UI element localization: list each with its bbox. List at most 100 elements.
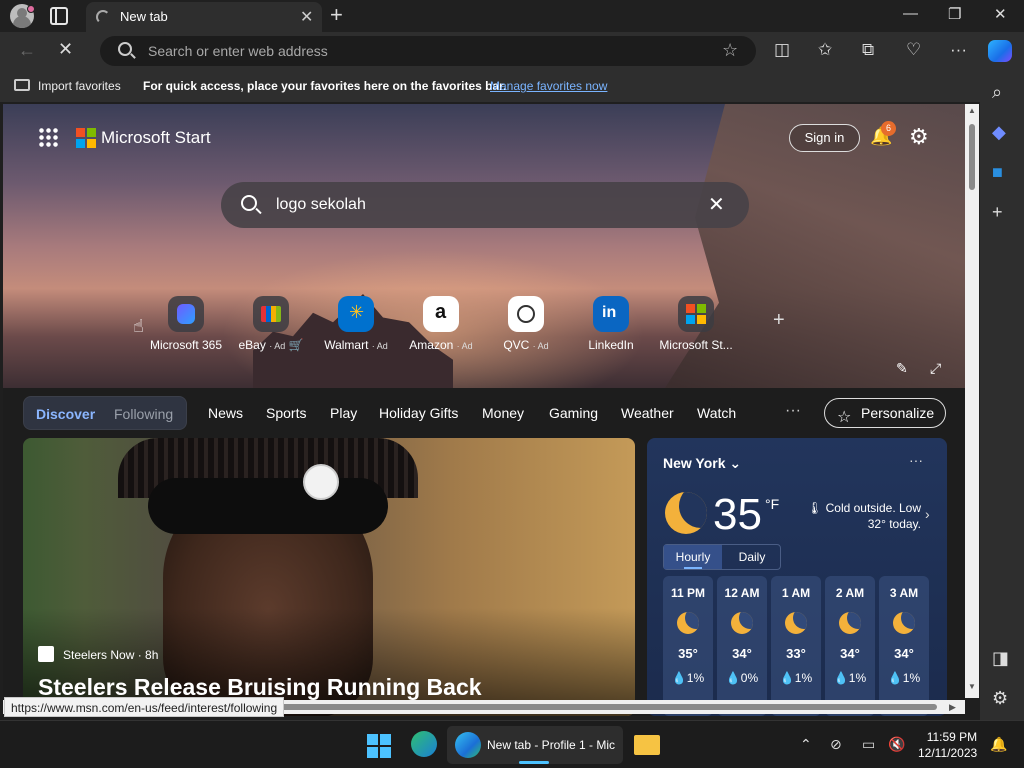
display-icon[interactable]: ▭ <box>862 736 875 753</box>
settings-gear-icon[interactable]: ⚙ <box>909 124 929 150</box>
copilot-icon[interactable] <box>988 40 1012 62</box>
scroll-down-icon[interactable]: ▼ <box>968 682 976 691</box>
quick-link-ebay[interactable]: eBay · Ad 🛒 <box>226 296 316 352</box>
clear-search-icon[interactable]: ✕ <box>708 192 725 217</box>
tab-new-tab[interactable]: New tab ✕ <box>86 2 322 32</box>
scroll-up-icon[interactable]: ▲ <box>968 106 976 115</box>
personalize-button[interactable]: ☆ Personalize <box>824 398 946 428</box>
new-tab-button[interactable]: + <box>330 3 343 27</box>
sign-in-button[interactable]: Sign in <box>789 124 860 152</box>
hourly-forecast-item[interactable]: 12 AM 34° 💧0% <box>717 576 767 716</box>
moon-icon <box>665 492 707 534</box>
quick-link-label: LinkedIn <box>588 338 634 352</box>
sidebar-copilot-icon[interactable]: ◆ <box>992 122 1006 143</box>
weather-temperature: 35 <box>713 490 762 539</box>
sidebar-settings-icon[interactable]: ⚙ <box>992 688 1008 709</box>
sparkle-star-icon: ☆ <box>837 409 852 426</box>
address-input[interactable]: Search or enter web address <box>148 43 328 59</box>
stop-loading-icon[interactable]: ✕ <box>58 39 73 60</box>
taskbar-window-title: New tab - Profile 1 - Microsoft Edge <box>487 738 615 752</box>
vertical-scroll-thumb[interactable] <box>969 124 975 190</box>
loading-spinner-icon <box>96 10 110 24</box>
start-button-icon[interactable] <box>367 734 391 758</box>
tab-gaming[interactable]: Gaming <box>549 405 598 421</box>
tab-following[interactable]: Following <box>114 406 173 422</box>
mouse-pointer-icon: ☝ <box>133 316 144 336</box>
quick-link-microsoft-365[interactable]: Microsoft 365 <box>141 296 231 352</box>
tab-discover[interactable]: Discover <box>36 406 95 422</box>
chevron-right-icon[interactable]: › <box>925 506 930 522</box>
clock-time: 11:59 PM <box>926 730 978 744</box>
favorites-hint: For quick access, place your favorites h… <box>143 79 507 93</box>
mute-icon[interactable]: 🔇 <box>888 736 905 753</box>
weather-location[interactable]: New York ⌄ <box>663 455 741 472</box>
quick-link-microsoft-store[interactable]: Microsoft St... <box>651 296 741 352</box>
tab-hourly[interactable]: Hourly <box>664 545 722 569</box>
import-favorites-button[interactable]: Import favorites <box>38 79 121 93</box>
web-search-box[interactable]: logo sekolah ✕ <box>221 182 749 228</box>
hourly-forecast-item[interactable]: 2 AM 34° 💧1% <box>825 576 875 716</box>
expand-icon[interactable]: ⤢ <box>930 360 941 377</box>
more-tabs-button[interactable]: ··· <box>785 402 801 420</box>
brand-title[interactable]: Microsoft Start <box>101 128 211 148</box>
feed-toggle: Discover Following <box>23 396 187 430</box>
split-screen-icon[interactable]: ◫ <box>774 40 790 60</box>
edge-sidebar: ⌕ ◆ ■ + ◨ ⚙ <box>980 70 1024 720</box>
network-off-icon[interactable]: ⊘ <box>830 736 842 753</box>
title-bar: New tab ✕ + — ❐ ✕ <box>0 0 1024 32</box>
search-input[interactable]: logo sekolah <box>276 196 366 214</box>
app-launcher-icon[interactable] <box>38 127 58 147</box>
taskbar-edge-window[interactable]: New tab - Profile 1 - Microsoft Edge <box>447 726 623 764</box>
hourly-forecast-item[interactable]: 1 AM 33° 💧1% <box>771 576 821 716</box>
tab-daily[interactable]: Daily <box>724 545 780 569</box>
restore-icon[interactable]: ❐ <box>948 5 961 23</box>
more-menu-icon[interactable]: ··· <box>950 40 967 60</box>
address-bar[interactable]: Search or enter web address ☆ <box>100 36 756 66</box>
tab-watch[interactable]: Watch <box>697 405 736 421</box>
tab-title: New tab <box>120 9 168 24</box>
quick-link-linkedin[interactable]: in LinkedIn <box>566 296 656 352</box>
forecast-toggle: Hourly Daily <box>663 544 781 570</box>
add-favorite-icon[interactable]: ☆ <box>722 40 738 61</box>
tab-sports[interactable]: Sports <box>266 405 306 421</box>
quick-link-qvc[interactable]: QVC · Ad <box>481 296 571 352</box>
quick-link-amazon[interactable]: a Amazon · Ad <box>396 296 486 352</box>
hourly-forecast-item[interactable]: 3 AM 34° 💧1% <box>879 576 929 716</box>
tab-news[interactable]: News <box>208 405 243 421</box>
minimize-icon[interactable]: — <box>903 5 918 22</box>
back-icon[interactable]: ← <box>18 40 36 61</box>
outlook-icon[interactable]: ■ <box>992 162 1003 183</box>
manage-favorites-link[interactable]: Manage favorites now <box>490 79 607 93</box>
page-viewport: Microsoft Start Sign in 🔔 6 ⚙ logo sekol… <box>3 104 965 716</box>
thermometer-icon: 🌡 <box>807 501 823 515</box>
show-hidden-icons-icon[interactable]: ⌃ <box>800 736 812 753</box>
close-tab-icon[interactable]: ✕ <box>300 7 313 27</box>
add-quick-link-icon[interactable]: + <box>773 309 785 332</box>
quick-link-walmart[interactable]: ✳ Walmart · Ad <box>311 296 401 352</box>
close-window-icon[interactable]: ✕ <box>994 5 1007 23</box>
weather-unit[interactable]: °F <box>765 496 779 512</box>
system-clock[interactable]: 11:59 PM 12/11/2023 <box>918 729 977 761</box>
hide-sidebar-icon[interactable]: ◨ <box>992 648 1009 669</box>
vertical-scrollbar[interactable]: ▲ ▼ <box>965 104 979 698</box>
add-sidebar-app-icon[interactable]: + <box>992 202 1003 223</box>
favorites-icon[interactable]: ✩ <box>818 40 832 60</box>
edge-preview-icon[interactable] <box>411 731 437 757</box>
tab-weather[interactable]: Weather <box>621 405 674 421</box>
browser-essentials-icon[interactable]: ♡ <box>906 40 921 60</box>
sidebar-search-icon[interactable]: ⌕ <box>992 82 1002 103</box>
weather-more-icon[interactable]: ··· <box>909 452 923 468</box>
source-logo-icon <box>38 646 54 662</box>
hero-article-card[interactable]: Steelers Now · 8h Steelers Release Bruis… <box>23 438 635 716</box>
hourly-forecast-item[interactable]: 11 PM 35° 💧1% <box>663 576 713 716</box>
tab-money[interactable]: Money <box>482 405 524 421</box>
notifications-bell-icon[interactable]: 🔔 <box>990 736 1007 753</box>
tab-holiday-gifts[interactable]: Holiday Gifts <box>379 405 458 421</box>
edit-background-icon[interactable]: ✎ <box>896 360 908 377</box>
collections-icon[interactable]: ⧉ <box>862 40 874 60</box>
import-favorites-icon[interactable] <box>14 79 30 91</box>
tab-actions-icon[interactable] <box>50 7 68 25</box>
file-explorer-icon[interactable] <box>634 735 660 755</box>
scroll-right-icon[interactable]: ▶ <box>949 702 956 713</box>
tab-play[interactable]: Play <box>330 405 357 421</box>
